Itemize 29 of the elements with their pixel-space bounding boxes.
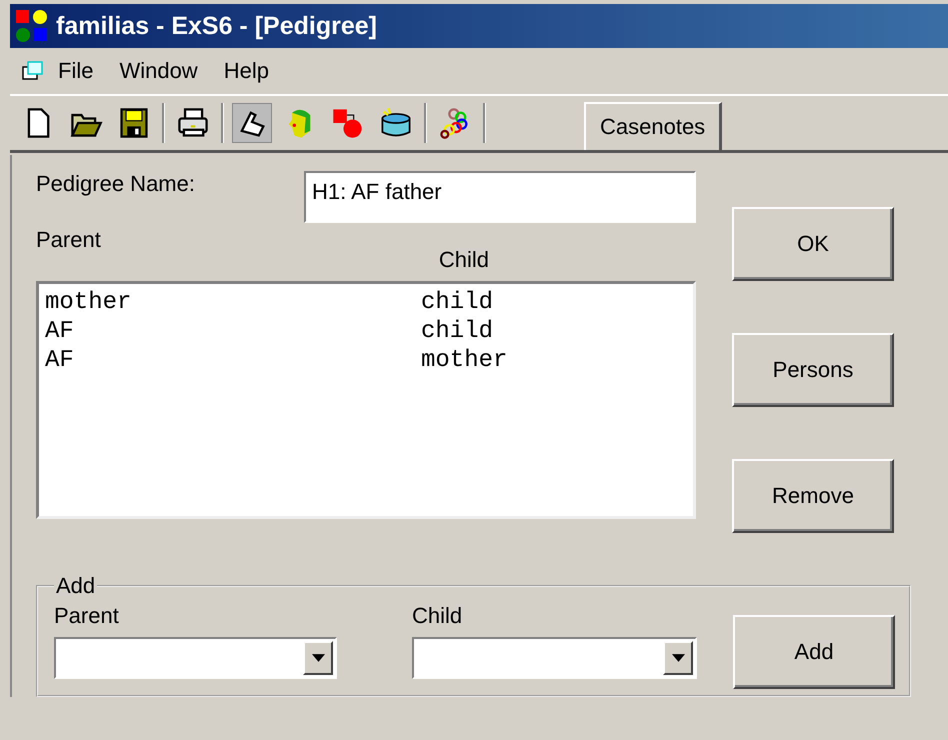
menu-item[interactable]: Help — [224, 58, 269, 84]
toolbar-button[interactable] — [232, 103, 272, 143]
dialog-button[interactable]: Persons — [732, 333, 894, 407]
window-title: familias - ExS6 - [Pedigree] — [56, 12, 377, 40]
app-logo-icon — [14, 8, 50, 44]
dropdown-arrow-icon — [672, 654, 684, 662]
child-label: Child — [412, 603, 464, 629]
pedigree-name-label: Pedigree Name: — [36, 171, 195, 197]
casenotes-tab[interactable]: Casenotes — [584, 102, 722, 150]
add-button[interactable]: Add — [733, 615, 895, 689]
list-cell: child — [421, 317, 494, 346]
dialog-button[interactable]: Remove — [732, 459, 894, 533]
dialog-button[interactable]: OK — [732, 207, 894, 281]
pedigree-name-field[interactable]: H1: AF father — [304, 171, 696, 223]
column-header: Child — [438, 247, 489, 274]
list-cell: child — [421, 288, 494, 317]
menu-item[interactable]: Window — [119, 58, 198, 84]
parent-dropdown[interactable] — [54, 637, 337, 679]
group-title: Add — [55, 573, 96, 599]
list-cell-text: AF — [45, 346, 75, 375]
relations-list[interactable]: mother child AF child AF mother — [36, 281, 696, 519]
list-cell-text: mother — [45, 288, 132, 317]
parent-label: Parent — [54, 603, 120, 629]
dropdown-arrow-icon — [312, 654, 324, 662]
list-cell: mother — [421, 346, 508, 375]
list-cell-text: AF — [45, 317, 75, 346]
column-header: Parent — [36, 227, 101, 254]
menu-item[interactable]: File — [58, 58, 94, 84]
child-dropdown[interactable] — [412, 637, 697, 679]
